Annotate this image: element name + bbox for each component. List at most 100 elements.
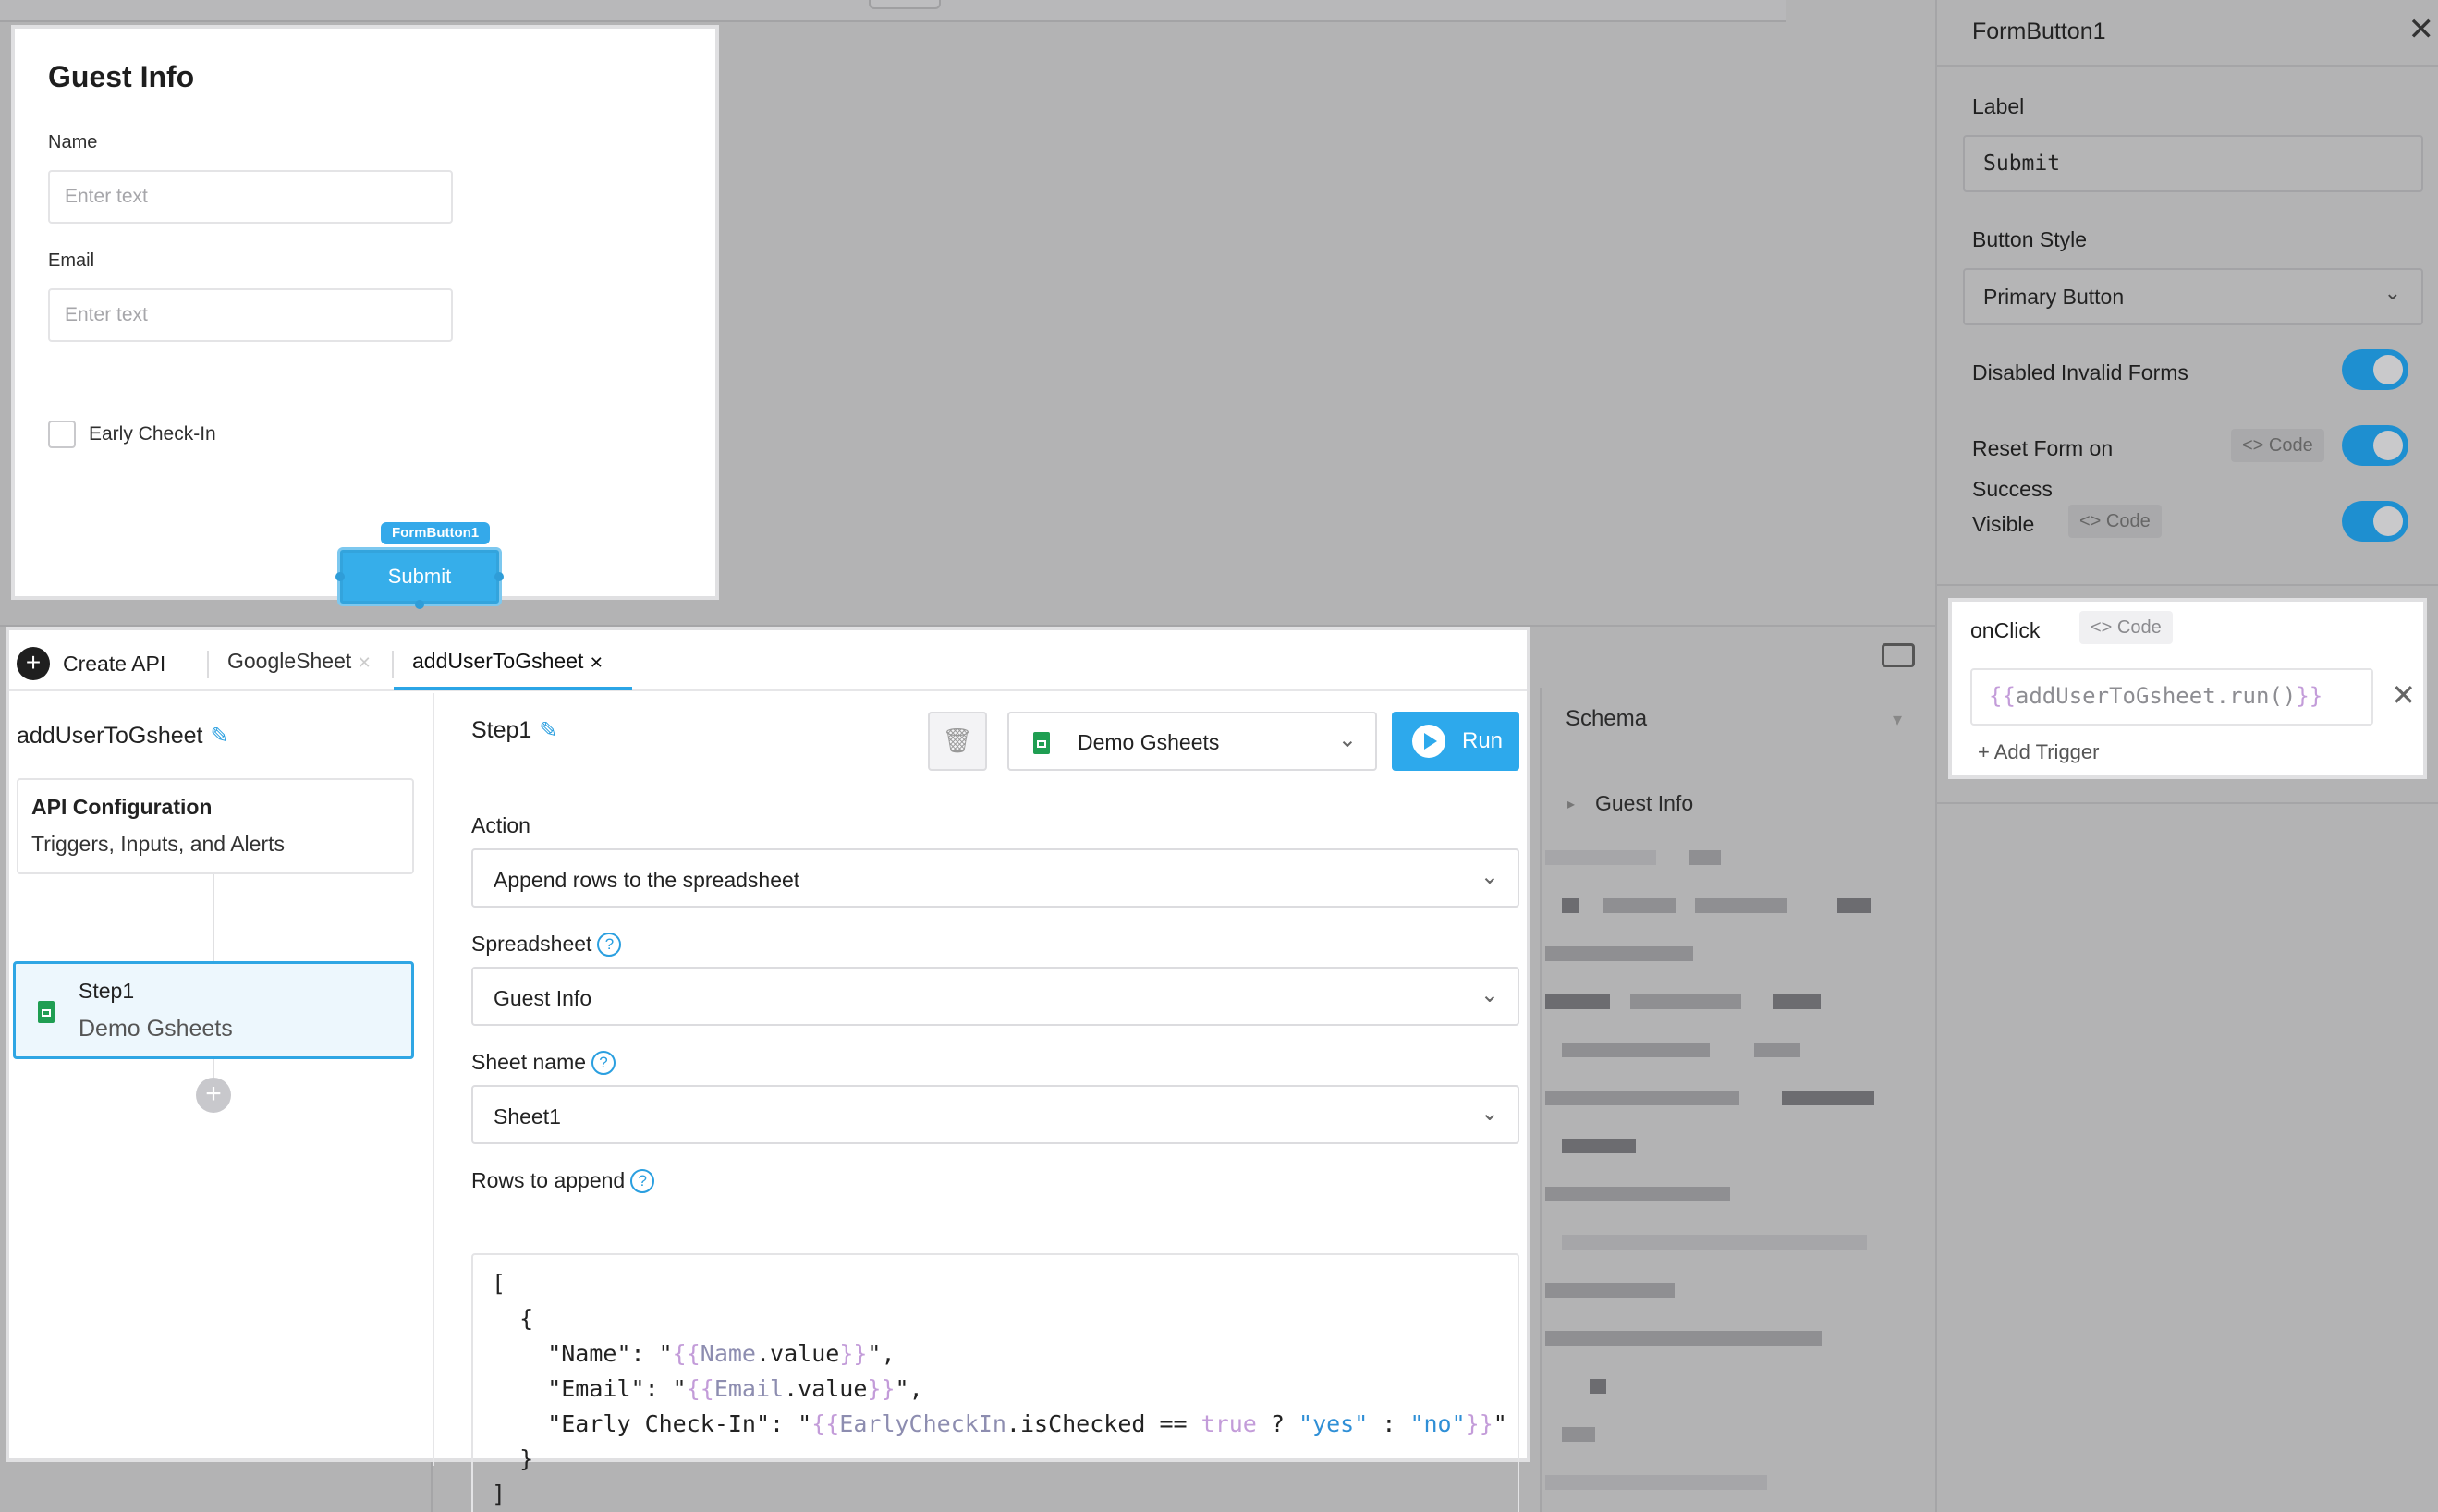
play-icon bbox=[1412, 725, 1445, 758]
code-icon: <> bbox=[2079, 511, 2106, 531]
config-title: API Configuration bbox=[31, 795, 213, 819]
early-checkin-label: Early Check-In bbox=[89, 423, 216, 445]
code-icon: <> bbox=[2091, 617, 2117, 638]
create-api-label: Create API bbox=[63, 651, 166, 676]
label-input[interactable]: Submit bbox=[1963, 135, 2423, 192]
datasource-select[interactable]: Demo Gsheets ⌄ bbox=[1007, 712, 1377, 771]
schema-title: Schema bbox=[1566, 706, 1648, 731]
create-api-button[interactable]: + Create API bbox=[17, 647, 165, 680]
step-datasource: Demo Gsheets bbox=[79, 1016, 233, 1042]
onclick-code-button[interactable]: <> Code bbox=[2079, 611, 2173, 644]
active-tab-indicator bbox=[394, 687, 632, 690]
reset-code-button[interactable]: <> Code bbox=[2231, 429, 2324, 462]
visible-code-button[interactable]: <> Code bbox=[2068, 505, 2162, 538]
close-icon[interactable]: ✕ bbox=[2408, 13, 2435, 46]
chevron-down-icon: ⌄ bbox=[2383, 281, 2401, 304]
email-label: Email bbox=[48, 250, 95, 271]
api-flow-sidebar: addUserToGsheet ✎ API Configuration Trigg… bbox=[9, 693, 434, 1466]
spreadsheet-select[interactable]: Guest Info ⌄ bbox=[471, 967, 1519, 1026]
action-select[interactable]: Append rows to the spreadsheet ⌄ bbox=[471, 848, 1519, 908]
tab-adduser[interactable]: addUserToGsheet ✕ bbox=[412, 649, 603, 674]
flow-connector bbox=[213, 874, 214, 961]
resize-handle-right[interactable] bbox=[494, 572, 504, 581]
divider bbox=[431, 1462, 433, 1512]
button-style-value: Primary Button bbox=[1983, 285, 2125, 309]
spreadsheet-label: Spreadsheet? bbox=[471, 932, 622, 957]
api-tabbar: + Create API GoogleSheet ✕ addUserToGshe… bbox=[9, 630, 1527, 691]
resize-handle-bottom[interactable] bbox=[415, 600, 424, 609]
flow-connector bbox=[213, 1059, 214, 1078]
chevron-down-icon: ⌄ bbox=[1480, 864, 1499, 889]
reset-form-toggle[interactable] bbox=[2342, 425, 2408, 466]
reset-form-label-2: Success bbox=[1972, 477, 2053, 501]
monitor-icon[interactable] bbox=[1882, 643, 1915, 667]
button-style-title: Button Style bbox=[1972, 227, 2088, 251]
remove-trigger-icon[interactable]: ✕ bbox=[2391, 677, 2416, 713]
resize-handle-left[interactable] bbox=[335, 572, 345, 581]
onclick-section: onClick <> Code {{addUserToGsheet.run()}… bbox=[1948, 598, 2427, 779]
chevron-down-icon: ⌄ bbox=[1480, 982, 1499, 1007]
plus-icon: + bbox=[1978, 740, 1994, 763]
chevron-down-icon[interactable]: ▾ bbox=[1893, 708, 1902, 731]
code-icon: <> bbox=[2242, 435, 2269, 456]
api-configuration-card[interactable]: API Configuration Triggers, Inputs, and … bbox=[17, 778, 414, 874]
divider bbox=[207, 651, 209, 678]
submit-button-wrapper: FormButton1 Submit bbox=[329, 522, 508, 609]
canvas-handle[interactable] bbox=[869, 0, 941, 9]
run-button[interactable]: Run bbox=[1392, 712, 1519, 771]
config-subtitle: Triggers, Inputs, and Alerts bbox=[31, 832, 286, 856]
rows-code-editor[interactable]: [ { "Name": "{{Name.value}}", "Email": "… bbox=[471, 1253, 1519, 1512]
step-card[interactable]: Step1 Demo Gsheets bbox=[13, 961, 414, 1059]
sheet-name-select[interactable]: Sheet1 ⌄ bbox=[471, 1085, 1519, 1144]
divider bbox=[1937, 584, 2438, 586]
api-name[interactable]: addUserToGsheet ✎ bbox=[17, 723, 229, 750]
close-icon: ✕ bbox=[589, 653, 603, 672]
pencil-icon: ✎ bbox=[210, 724, 229, 749]
submit-button[interactable]: Submit bbox=[340, 550, 499, 604]
sheet-name-label: Sheet name? bbox=[471, 1050, 616, 1075]
early-checkin-checkbox[interactable] bbox=[48, 421, 76, 448]
run-label: Run bbox=[1462, 728, 1504, 753]
step-title: Step1 bbox=[79, 979, 135, 1003]
disabled-invalid-toggle[interactable] bbox=[2342, 349, 2408, 390]
google-sheets-icon bbox=[38, 1001, 55, 1023]
panel-header: FormButton1 ✕ bbox=[1937, 0, 2438, 67]
divider bbox=[392, 651, 394, 678]
step-editor: Step1 ✎ 🗑 Demo Gsheets ⌄ Run Action Appen… bbox=[436, 693, 1527, 1512]
button-style-select[interactable]: Primary Button ⌄ bbox=[1963, 268, 2423, 325]
help-icon: ? bbox=[591, 1051, 616, 1075]
action-label: Action bbox=[471, 813, 530, 837]
onclick-input[interactable]: {{addUserToGsheet.run()}} bbox=[1970, 668, 2373, 726]
help-icon: ? bbox=[630, 1169, 655, 1193]
add-step-button[interactable]: + bbox=[196, 1078, 231, 1113]
tab-googlesheet[interactable]: GoogleSheet ✕ bbox=[227, 649, 372, 674]
widget-name-tag[interactable]: FormButton1 bbox=[381, 522, 491, 544]
add-trigger-button[interactable]: + Add Trigger bbox=[1978, 740, 2099, 764]
datasource-value: Demo Gsheets bbox=[1078, 730, 1220, 754]
schema-pane: Schema ▾ ▸ Guest Info bbox=[1540, 688, 1935, 1512]
close-icon: ✕ bbox=[357, 653, 372, 672]
rows-label: Rows to append? bbox=[471, 1168, 655, 1193]
disabled-invalid-label: Disabled Invalid Forms bbox=[1972, 360, 2188, 384]
name-label: Name bbox=[48, 132, 98, 152]
plus-icon: + bbox=[17, 647, 50, 680]
reset-form-label: Reset Form on bbox=[1972, 436, 2114, 460]
visible-label: Visible bbox=[1972, 512, 2035, 536]
panel-title: FormButton1 bbox=[1972, 18, 2106, 44]
chevron-down-icon: ⌄ bbox=[1337, 727, 1357, 752]
google-sheets-icon bbox=[1033, 732, 1050, 754]
divider bbox=[1937, 802, 2438, 804]
api-editor: + Create API GoogleSheet ✕ addUserToGshe… bbox=[6, 627, 1530, 1512]
step-name[interactable]: Step1 ✎ bbox=[471, 717, 557, 744]
trash-icon[interactable]: 🗑 bbox=[928, 712, 987, 771]
email-input[interactable]: Enter text bbox=[48, 288, 453, 342]
name-input[interactable]: Enter text bbox=[48, 170, 453, 224]
guest-info-form: Guest Info Name Enter text Email Enter t… bbox=[11, 25, 719, 609]
chevron-down-icon: ⌄ bbox=[1480, 1101, 1499, 1126]
schema-item[interactable]: Guest Info bbox=[1595, 791, 1693, 816]
label-title: Label bbox=[1972, 94, 2025, 118]
help-icon: ? bbox=[597, 933, 622, 957]
expand-icon[interactable]: ▸ bbox=[1567, 795, 1575, 813]
visible-toggle[interactable] bbox=[2342, 501, 2408, 542]
onclick-title: onClick bbox=[1970, 618, 2041, 642]
